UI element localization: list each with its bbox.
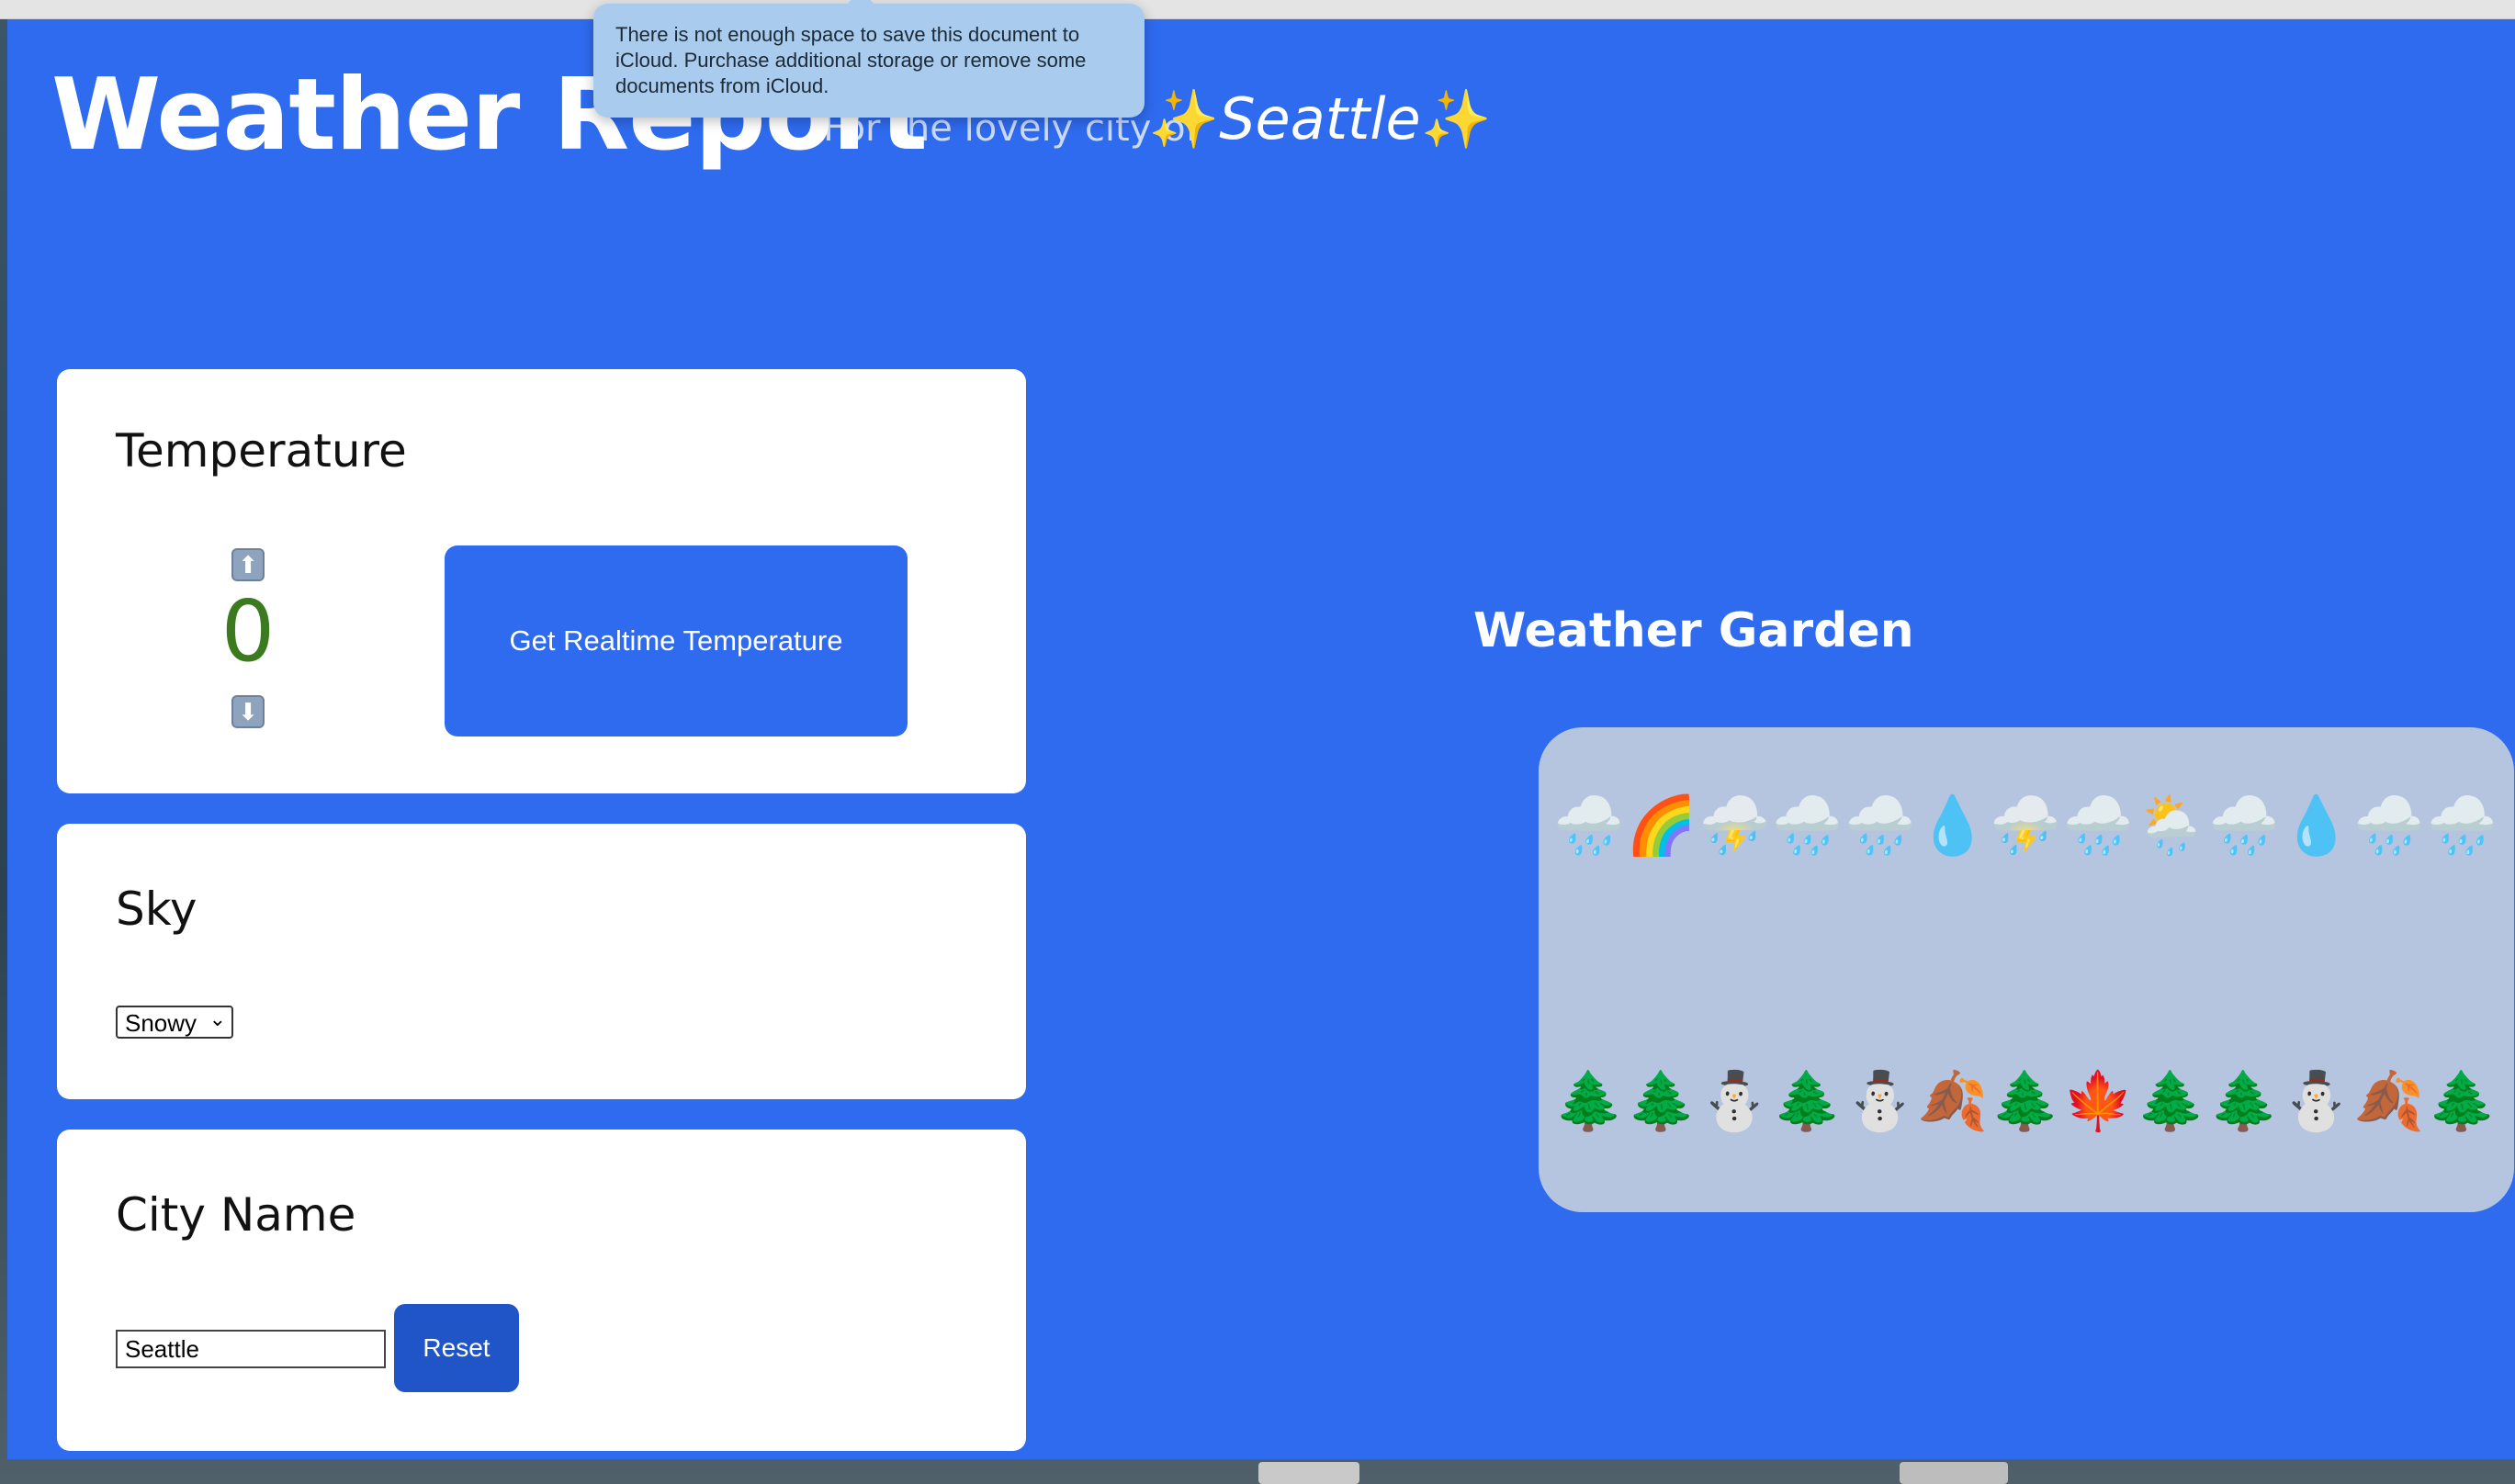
dock-item[interactable] <box>1258 1462 1359 1484</box>
get-realtime-temperature-button[interactable]: Get Realtime Temperature <box>445 545 908 736</box>
city-name-input[interactable]: Seattle <box>116 1330 386 1368</box>
tooltip-text: There is not enough space to save this d… <box>615 23 1087 97</box>
weather-garden-title: Weather Garden <box>1473 603 1914 658</box>
sky-title: Sky <box>116 883 197 936</box>
decrease-temperature-icon[interactable]: ⬇ <box>231 695 265 728</box>
increase-temperature-icon[interactable]: ⬆ <box>231 548 265 581</box>
sky-select[interactable]: Snowy ⌄ <box>116 1006 233 1039</box>
reset-button[interactable]: Reset <box>394 1304 519 1392</box>
city-name-title: City Name <box>116 1188 356 1242</box>
icloud-storage-tooltip: There is not enough space to save this d… <box>593 0 1145 118</box>
sky-select-value: Snowy <box>125 1009 197 1037</box>
city-name-card: City Name Seattle Reset <box>57 1130 1026 1451</box>
temperature-title: Temperature <box>116 424 407 478</box>
browser-top-edge <box>0 0 2515 19</box>
header-city-label: Seattle <box>1219 85 1421 152</box>
dock-item[interactable] <box>1900 1462 2008 1484</box>
sky-card: Sky Snowy ⌄ <box>57 824 1026 1099</box>
temperature-value: 0 <box>220 582 276 680</box>
garden-sky-row: 🌧️🌈⛈️🌧️🌧️💧⛈️🌧️🌦️🌧️💧🌧️🌧️ <box>1553 792 2499 859</box>
tooltip-arrow <box>846 0 875 19</box>
garden-ground-row: 🌲🌲⛄🌲⛄🍂🌲🍁🌲🌲⛄🍂🌲 <box>1553 1067 2499 1134</box>
chevron-down-icon: ⌄ <box>209 1007 226 1030</box>
sparkle-icon: ✨ <box>1420 85 1492 152</box>
weather-report-page: Weather Report For the lovely city of ✨S… <box>7 19 2515 1459</box>
header-city-name: ✨Seattle✨ <box>1148 85 1492 153</box>
temperature-card: Temperature ⬆ 0 ⬇ Get Realtime Temperatu… <box>57 369 1026 793</box>
weather-garden: 🌧️🌈⛈️🌧️🌧️💧⛈️🌧️🌦️🌧️💧🌧️🌧️ 🌲🌲⛄🌲⛄🍂🌲🍁🌲🌲⛄🍂🌲 <box>1539 727 2514 1212</box>
sparkle-icon: ✨ <box>1148 85 1220 152</box>
